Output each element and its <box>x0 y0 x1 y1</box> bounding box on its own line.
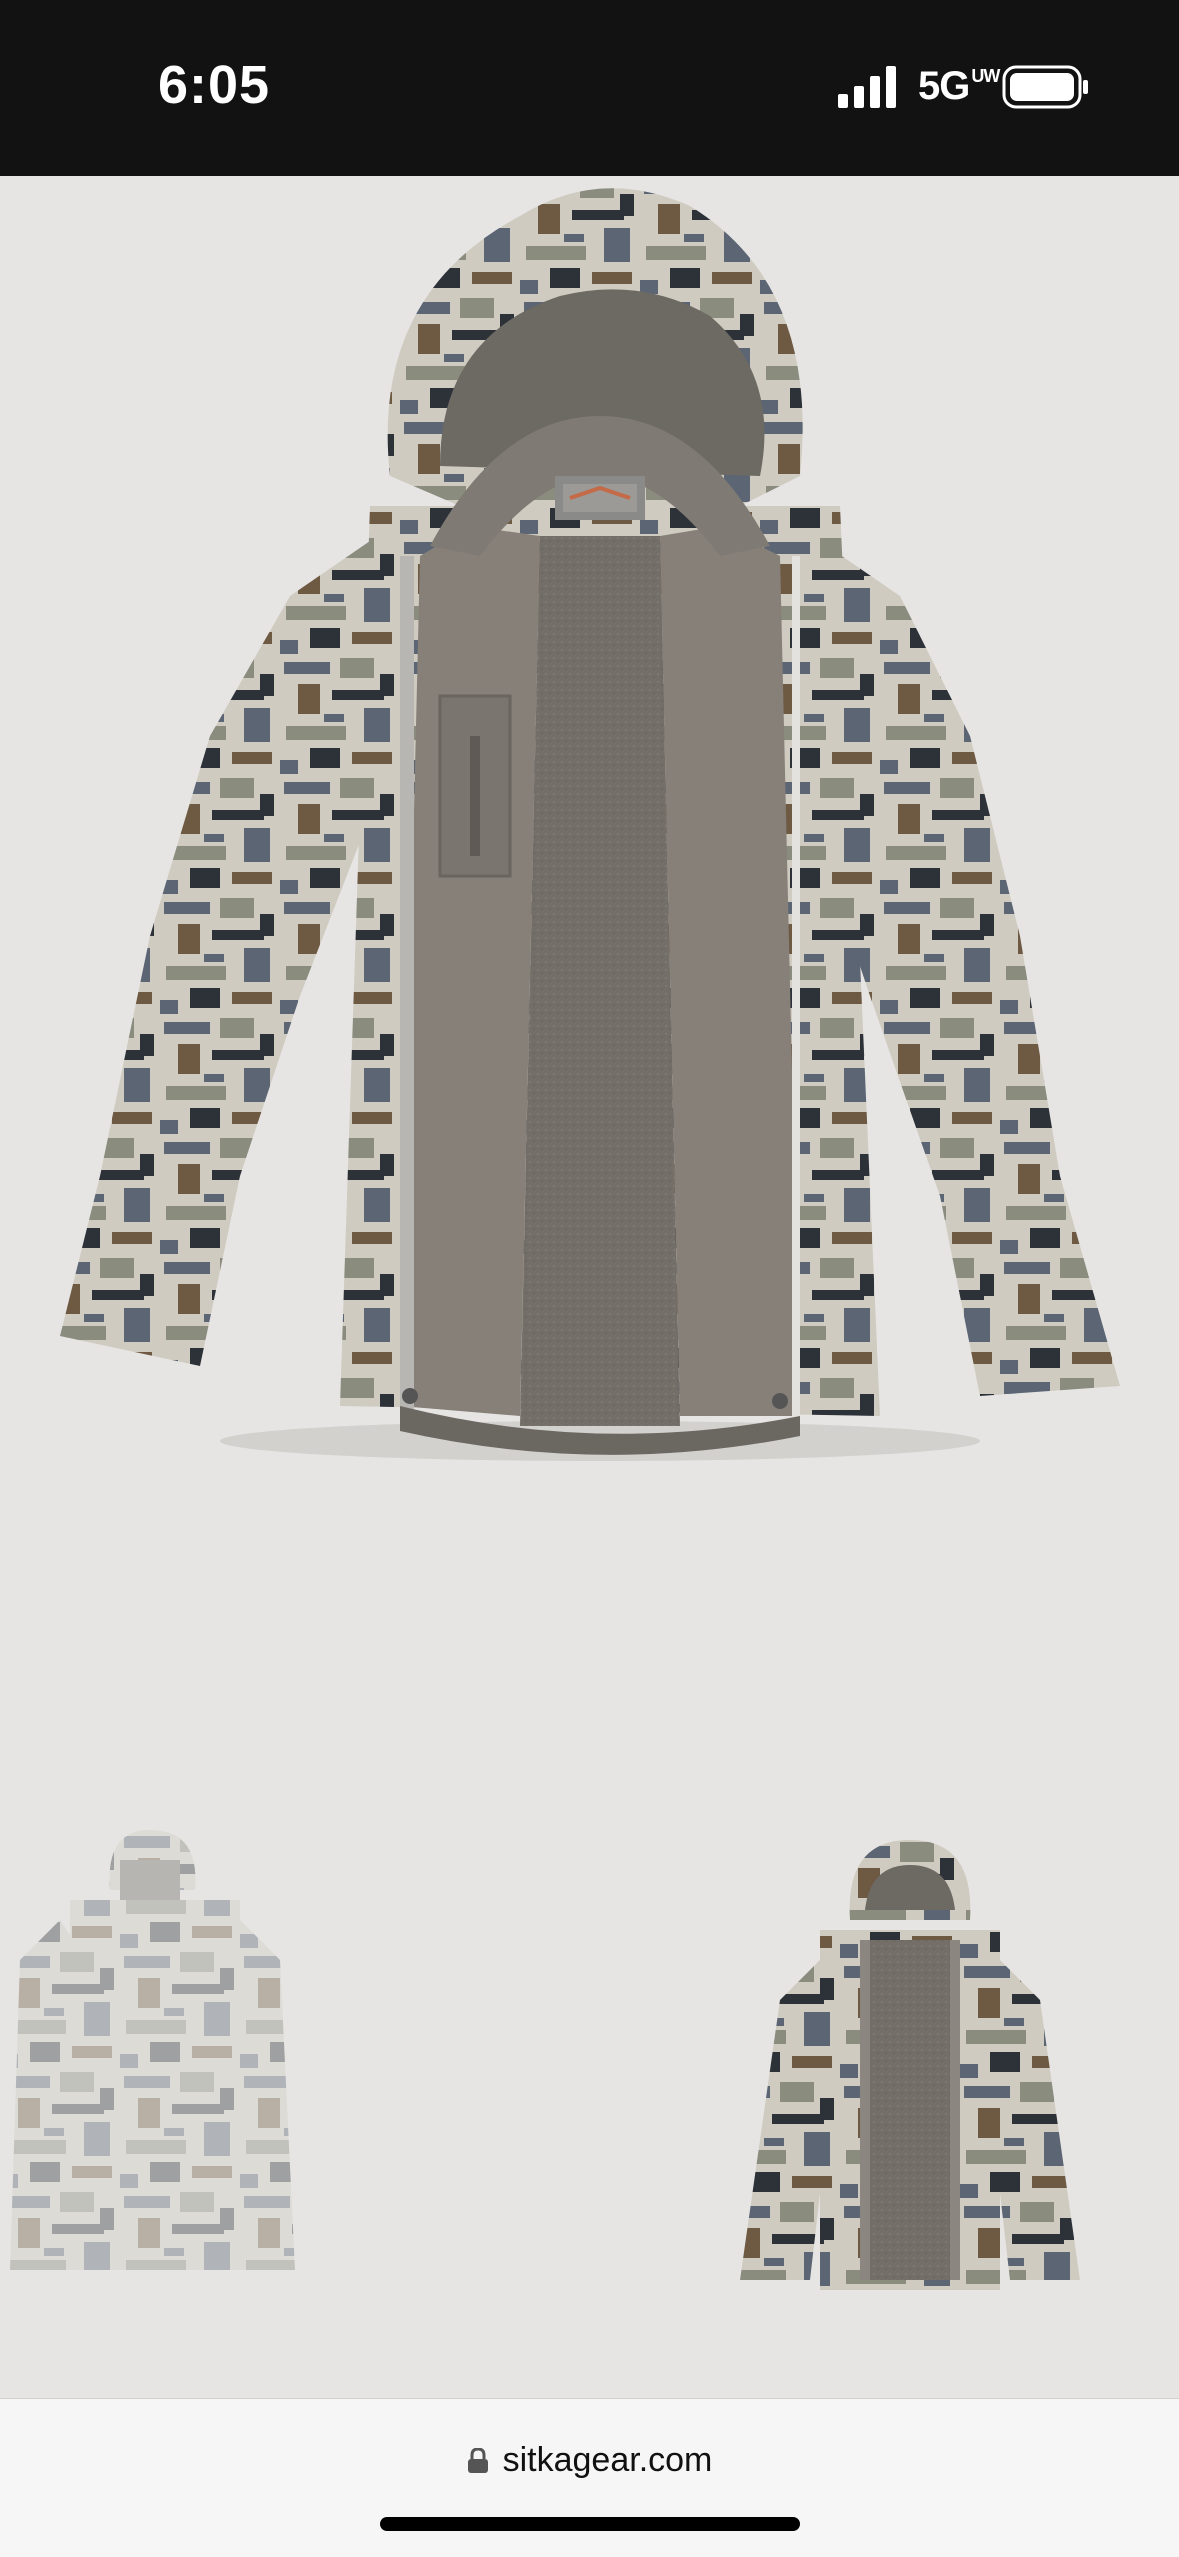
status-bar: 6:05 5G UW <box>0 0 1179 176</box>
browser-url-bar[interactable]: sitkagear.com <box>0 2398 1179 2557</box>
product-gallery[interactable] <box>0 176 1179 2290</box>
url-display[interactable]: sitkagear.com <box>0 2441 1179 2480</box>
jacket-thumbnail-open[interactable] <box>720 1840 1100 2290</box>
network-indicator: 5G UW <box>918 64 1000 108</box>
status-time: 6:05 <box>158 55 271 115</box>
lock-icon <box>467 2448 488 2473</box>
jacket-main-image[interactable] <box>40 176 1140 1496</box>
signal-icon <box>838 66 896 108</box>
battery-icon <box>1002 65 1088 109</box>
url-text: sitkagear.com <box>502 2441 713 2479</box>
jacket-thumbnail-faded[interactable] <box>0 1830 310 2280</box>
network-suffix: UW <box>971 66 1000 86</box>
home-indicator[interactable] <box>380 2517 800 2531</box>
